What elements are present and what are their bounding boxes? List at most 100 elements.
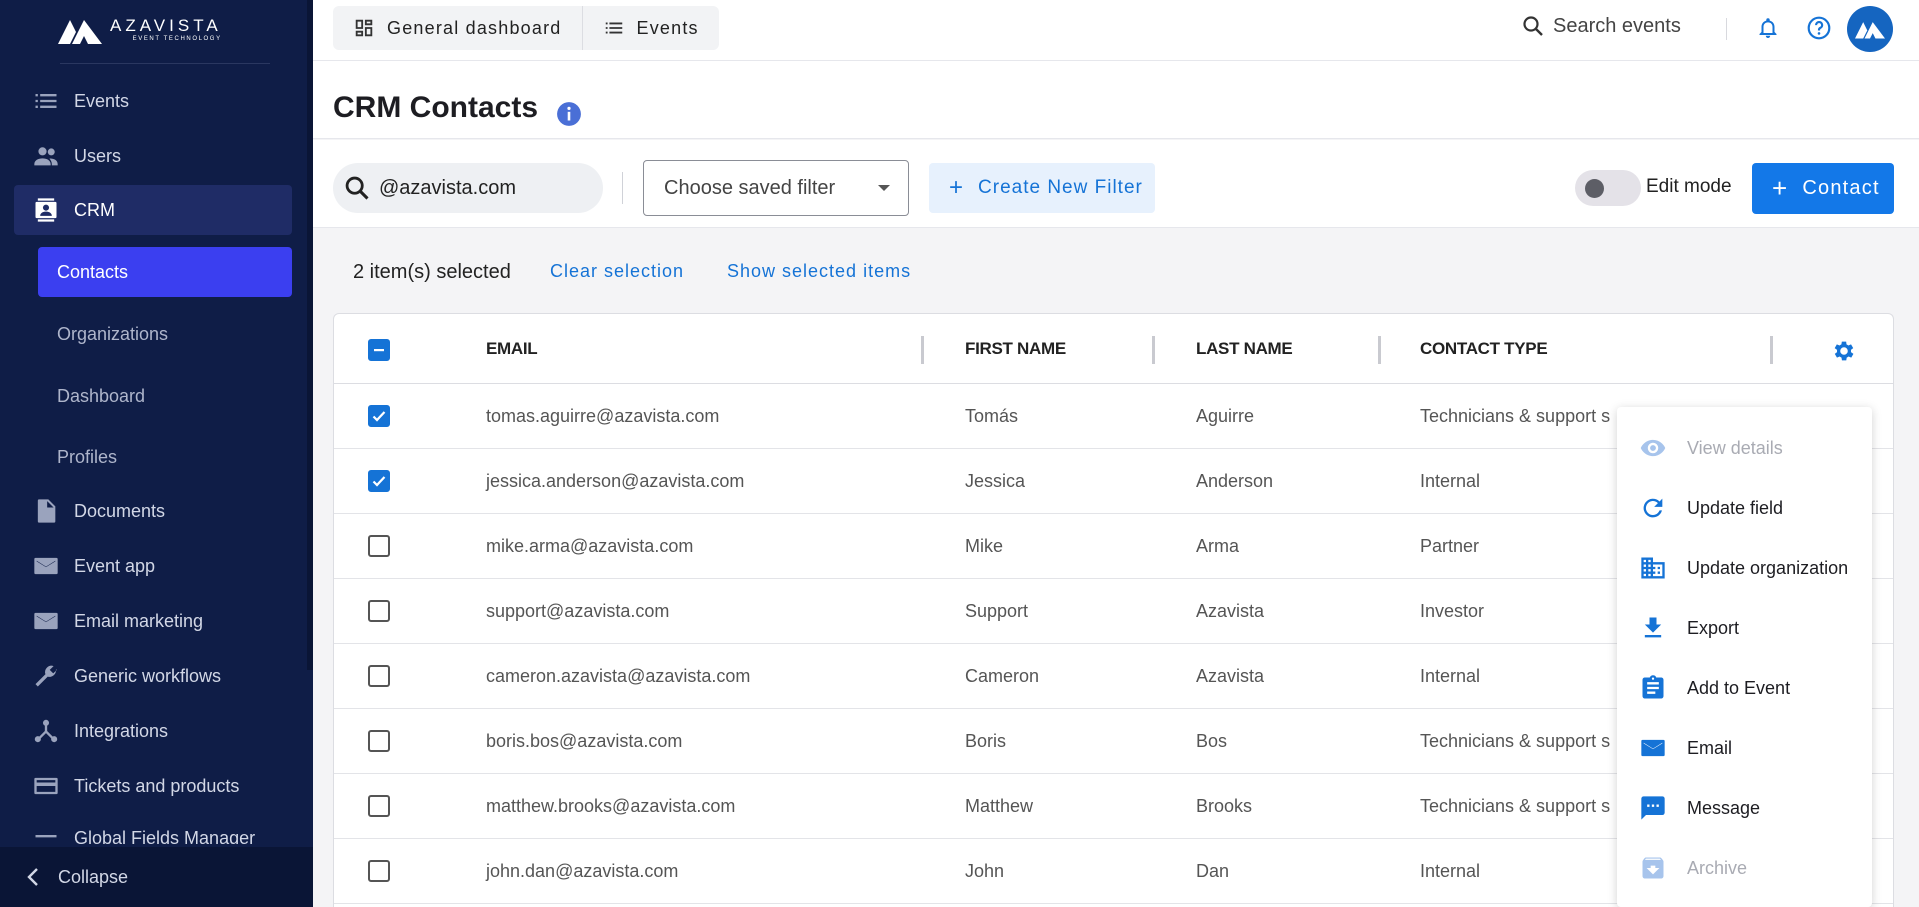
sidebar-item-documents[interactable]: Documents bbox=[14, 486, 292, 536]
gear-icon[interactable] bbox=[1831, 338, 1857, 364]
cell-email: support@azavista.com bbox=[486, 601, 670, 621]
sidebar-item-generic-workflows[interactable]: Generic workflows bbox=[14, 651, 292, 701]
minus-icon bbox=[374, 349, 384, 352]
dropdown-caret-icon bbox=[878, 185, 890, 191]
column-header-last-name[interactable]: LAST NAME bbox=[1196, 339, 1293, 359]
archive-icon bbox=[1642, 857, 1664, 879]
mail-icon bbox=[30, 605, 62, 637]
menu-item-label: Archive bbox=[1687, 857, 1748, 878]
column-resizer[interactable] bbox=[921, 336, 924, 364]
avatar[interactable] bbox=[1847, 6, 1893, 52]
menu-item-message[interactable]: Message bbox=[1617, 778, 1872, 838]
sidebar-item-email-marketing[interactable]: Email marketing bbox=[14, 596, 292, 646]
show-selected-items-link[interactable]: Show selected items bbox=[727, 261, 911, 282]
menu-item-export[interactable]: Export bbox=[1617, 598, 1872, 658]
tab-events[interactable]: Events bbox=[581, 6, 719, 50]
sidebar-subitem-organizations[interactable]: Organizations bbox=[38, 309, 292, 359]
edit-mode-label: Edit mode bbox=[1646, 176, 1732, 197]
search-box[interactable] bbox=[333, 163, 603, 213]
card-icon bbox=[30, 770, 62, 802]
select-all-checkbox[interactable] bbox=[368, 339, 390, 361]
sidebar-item-crm[interactable]: CRM bbox=[14, 185, 292, 235]
column-resizer[interactable] bbox=[1378, 336, 1381, 364]
mail-icon bbox=[30, 550, 62, 582]
selection-bar: 2 item(s) selected Clear selection Show … bbox=[313, 229, 1919, 311]
collapse-button[interactable]: Collapse bbox=[0, 847, 313, 907]
column-header-contact-type[interactable]: CONTACT TYPE bbox=[1420, 339, 1548, 359]
help-icon[interactable] bbox=[1806, 15, 1832, 41]
menu-item-view-details[interactable]: View details bbox=[1617, 418, 1872, 478]
sidebar-item-global-fields-manager[interactable]: Global Fields Manager bbox=[14, 816, 292, 844]
tab-label: Events bbox=[636, 17, 699, 38]
column-resizer[interactable] bbox=[1770, 336, 1773, 364]
sidebar-item-label: Global Fields Manager bbox=[74, 828, 256, 844]
sidebar-subitem-contacts[interactable]: Contacts bbox=[38, 247, 292, 297]
create-filter-label: Create New Filter bbox=[978, 177, 1143, 198]
document-icon bbox=[30, 495, 62, 527]
row-checkbox[interactable] bbox=[368, 405, 390, 427]
menu-item-label: Email bbox=[1687, 737, 1733, 758]
cell-contact-type: Technicians & support s bbox=[1420, 406, 1611, 426]
cell-first-name: John bbox=[965, 861, 1005, 881]
cell-first-name: Cameron bbox=[965, 666, 1040, 686]
cell-email: jessica.anderson@azavista.com bbox=[486, 471, 745, 491]
cell-contact-type: Internal bbox=[1420, 666, 1481, 686]
cell-last-name: Aguirre bbox=[1196, 406, 1255, 426]
sidebar-item-tickets-and-products[interactable]: Tickets and products bbox=[14, 761, 292, 811]
menu-item-update-field[interactable]: Update field bbox=[1617, 478, 1872, 538]
row-checkbox[interactable] bbox=[368, 665, 390, 687]
search-events-label: Search events bbox=[1553, 14, 1681, 37]
sidebar-subitem-profiles[interactable]: Profiles bbox=[38, 432, 292, 482]
search-events-button[interactable]: Search events bbox=[1521, 14, 1681, 38]
dashboard-icon bbox=[355, 19, 373, 37]
logo[interactable]: AZAVISTA EVENT TECHNOLOGY bbox=[58, 12, 248, 48]
add-contact-button[interactable]: + Contact bbox=[1752, 163, 1894, 214]
saved-filter-select[interactable]: Choose saved filter bbox=[643, 160, 909, 216]
menu-item-email[interactable]: Email bbox=[1617, 718, 1872, 778]
eye-icon bbox=[1640, 439, 1666, 457]
menu-item-add-to-event[interactable]: Add to Event bbox=[1617, 658, 1872, 718]
clear-selection-link[interactable]: Clear selection bbox=[550, 261, 684, 282]
column-header-email[interactable]: EMAIL bbox=[486, 339, 538, 359]
cell-email: mike.arma@azavista.com bbox=[486, 536, 694, 556]
wrench-icon bbox=[30, 660, 62, 692]
cell-last-name: Azavista bbox=[1196, 601, 1265, 621]
row-checkbox[interactable] bbox=[368, 470, 390, 492]
row-checkbox[interactable] bbox=[368, 730, 390, 752]
column-resizer[interactable] bbox=[1152, 336, 1155, 364]
edit-mode-toggle[interactable] bbox=[1575, 170, 1641, 206]
sidebar-subitem-dashboard[interactable]: Dashboard bbox=[38, 371, 292, 421]
sidebar-item-users[interactable]: Users bbox=[14, 131, 292, 181]
add-contact-label: Contact bbox=[1802, 177, 1880, 199]
row-checkbox[interactable] bbox=[368, 860, 390, 882]
sidebar-item-label: CRM bbox=[74, 199, 115, 220]
logo-divider bbox=[60, 63, 270, 64]
message-icon bbox=[1641, 796, 1665, 820]
sidebar-item-events[interactable]: Events bbox=[14, 76, 292, 126]
cell-last-name: Arma bbox=[1196, 536, 1240, 556]
bell-icon[interactable] bbox=[1756, 16, 1780, 40]
create-new-filter-button[interactable]: + Create New Filter bbox=[929, 163, 1155, 213]
sidebar-item-integrations[interactable]: Integrations bbox=[14, 706, 292, 756]
brand-tagline: EVENT TECHNOLOGY bbox=[132, 36, 222, 42]
page-title: CRM Contacts bbox=[333, 91, 539, 124]
menu-item-archive[interactable]: Archive bbox=[1617, 838, 1872, 898]
info-icon[interactable] bbox=[556, 101, 582, 127]
sidebar-item-label: Generic workflows bbox=[74, 665, 222, 686]
row-checkbox[interactable] bbox=[368, 795, 390, 817]
menu-item-label: Message bbox=[1687, 797, 1761, 818]
row-checkbox[interactable] bbox=[368, 535, 390, 557]
column-header-first-name[interactable]: FIRST NAME bbox=[965, 339, 1066, 359]
sidebar-item-label: Events bbox=[74, 90, 130, 111]
cell-email: cameron.azavista@azavista.com bbox=[486, 666, 751, 686]
divider bbox=[1726, 18, 1727, 40]
search-input[interactable] bbox=[379, 176, 579, 200]
download-icon bbox=[1644, 617, 1662, 638]
row-checkbox[interactable] bbox=[368, 600, 390, 622]
menu-item-label: Export bbox=[1687, 617, 1740, 638]
top-nav: General dashboard Events bbox=[333, 6, 719, 50]
menu-item-update-organization[interactable]: Update organization bbox=[1617, 538, 1872, 598]
collapse-label: Collapse bbox=[58, 866, 129, 887]
tab-general-dashboard[interactable]: General dashboard bbox=[333, 6, 582, 50]
sidebar-item-event-app[interactable]: Event app bbox=[14, 541, 292, 591]
